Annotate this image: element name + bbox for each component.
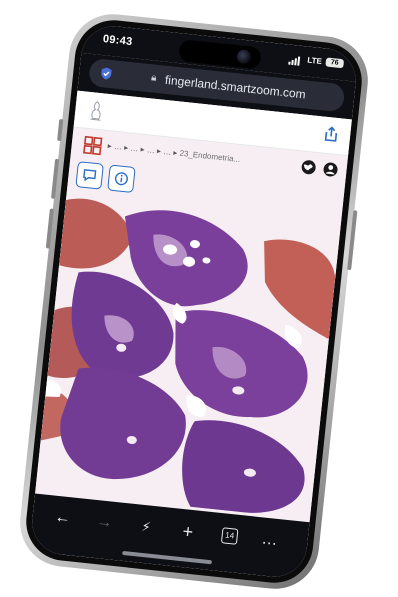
plus-icon: + (181, 520, 195, 542)
ai-button[interactable]: ⚡ (135, 516, 157, 538)
breadcrumb-chevron-icon: ▸ (107, 141, 113, 151)
back-button[interactable]: ← (52, 507, 74, 529)
histology-slide-image[interactable] (35, 190, 342, 520)
breadcrumb-chevron-icon: ▸ (156, 146, 162, 156)
lightning-icon: ⚡ (140, 518, 152, 535)
network-type: LTE (306, 55, 323, 67)
breadcrumb-chevron-icon: ▸ (172, 148, 178, 158)
breadcrumb-chevron-icon: ▸ (123, 142, 129, 153)
institute-logo-icon[interactable] (84, 97, 109, 124)
new-tab-button[interactable]: + (177, 521, 199, 543)
annotation-button[interactable] (75, 161, 104, 190)
annotation-icon (83, 169, 97, 182)
breadcrumb-item[interactable]: … (114, 142, 123, 152)
breadcrumb-item[interactable]: … (163, 147, 172, 157)
forward-button[interactable]: → (93, 512, 115, 534)
breadcrumb-chevron-icon: ▸ (140, 144, 146, 154)
breadcrumb-item[interactable]: … (130, 144, 139, 154)
user-icon[interactable] (322, 161, 340, 179)
shield-icon[interactable] (99, 66, 114, 81)
web-page: ▸ … ▸ … ▸ … ▸ … ▸ 23_Endometria... (35, 90, 352, 523)
lock-icon: 🔒︎ (150, 72, 158, 84)
url-text[interactable]: fingerland.smartzoom.com (164, 73, 306, 102)
grid-icon[interactable] (83, 135, 103, 156)
phone-device: 09:43 LTE 76 🔒︎ fingerland.smartzoom.com (15, 9, 373, 594)
breadcrumb: ▸ … ▸ … ▸ … ▸ … ▸ 23_Endometria... (107, 141, 240, 164)
breadcrumb-item[interactable]: … (146, 145, 155, 155)
share-icon[interactable] (321, 125, 341, 145)
home-indicator[interactable] (122, 550, 213, 565)
forward-arrow-icon: → (95, 513, 114, 532)
globe-icon[interactable] (300, 158, 318, 176)
info-icon (114, 172, 128, 186)
battery-icon: 76 (325, 57, 345, 69)
back-arrow-icon: ← (53, 508, 72, 528)
status-time: 09:43 (102, 33, 134, 49)
viewer-tools (75, 161, 136, 195)
info-button[interactable] (107, 164, 136, 194)
phone-screen: 09:43 LTE 76 🔒︎ fingerland.smartzoom.com (29, 23, 359, 580)
signal-icon (288, 56, 301, 66)
breadcrumb-current: 23_Endometria... (179, 148, 241, 165)
more-icon: … (260, 530, 279, 549)
tabs-button[interactable]: 14 (219, 525, 241, 547)
more-menu-button[interactable]: … (258, 529, 280, 551)
tabs-count-icon: 14 (220, 527, 239, 545)
camera-icon (236, 49, 252, 65)
